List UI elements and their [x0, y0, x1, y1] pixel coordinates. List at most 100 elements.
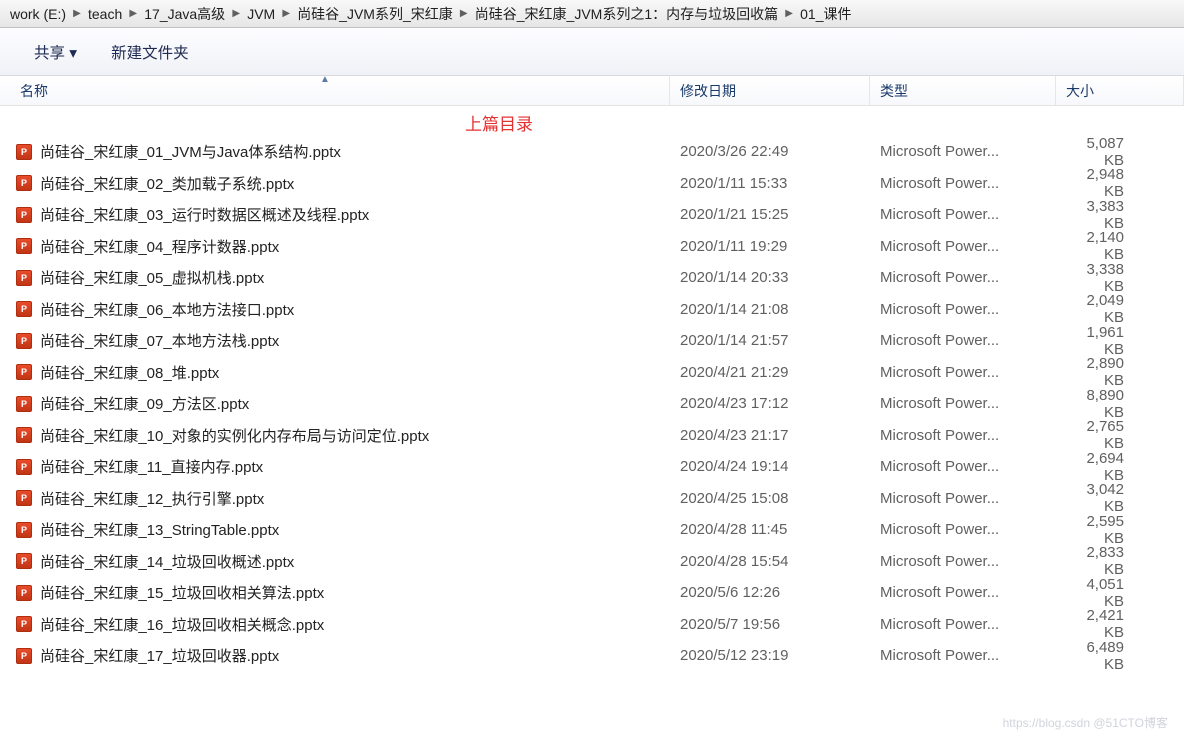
file-list: P 尚硅谷_宋红康_01_JVM与Java体系结构.pptx 2020/3/26…	[0, 106, 1184, 672]
file-date: 2020/1/21 15:25	[670, 206, 870, 223]
powerpoint-icon: P	[16, 270, 32, 286]
file-row[interactable]: P 尚硅谷_宋红康_12_执行引擎.pptx 2020/4/25 15:08 M…	[0, 483, 1184, 515]
file-row[interactable]: P 尚硅谷_宋红康_02_类加载子系统.pptx 2020/1/11 15:33…	[0, 168, 1184, 200]
breadcrumb-seg[interactable]: 尚硅谷_宋红康_JVM系列之1：内存与垃圾回收篇	[473, 4, 780, 24]
breadcrumb-seg[interactable]: 尚硅谷_JVM系列_宋红康	[295, 4, 455, 24]
file-size: 8,890 KB	[1056, 387, 1184, 421]
breadcrumb-seg[interactable]: 01_课件	[798, 4, 853, 24]
file-name: 尚硅谷_宋红康_12_执行引擎.pptx	[40, 488, 264, 509]
file-date: 2020/4/25 15:08	[670, 490, 870, 507]
file-date: 2020/4/23 21:17	[670, 427, 870, 444]
file-type: Microsoft Power...	[870, 395, 1056, 412]
file-date: 2020/5/12 23:19	[670, 647, 870, 664]
powerpoint-icon: P	[16, 238, 32, 254]
file-row[interactable]: P 尚硅谷_宋红康_08_堆.pptx 2020/4/21 21:29 Micr…	[0, 357, 1184, 389]
chevron-right-icon[interactable]: ▶	[124, 8, 142, 19]
file-row[interactable]: P 尚硅谷_宋红康_06_本地方法接口.pptx 2020/1/14 21:08…	[0, 294, 1184, 326]
column-header-name[interactable]: 名称	[0, 76, 670, 105]
file-date: 2020/1/14 21:57	[670, 332, 870, 349]
file-size: 2,948 KB	[1056, 166, 1184, 200]
file-size: 2,595 KB	[1056, 513, 1184, 547]
file-name: 尚硅谷_宋红康_13_StringTable.pptx	[40, 519, 279, 540]
sort-ascending-icon: ▲	[320, 74, 330, 85]
file-size: 2,890 KB	[1056, 355, 1184, 389]
powerpoint-icon: P	[16, 522, 32, 538]
file-type: Microsoft Power...	[870, 332, 1056, 349]
file-date: 2020/4/23 17:12	[670, 395, 870, 412]
file-row[interactable]: P 尚硅谷_宋红康_04_程序计数器.pptx 2020/1/11 19:29 …	[0, 231, 1184, 263]
file-row[interactable]: P 尚硅谷_宋红康_07_本地方法栈.pptx 2020/1/14 21:57 …	[0, 325, 1184, 357]
file-size: 2,421 KB	[1056, 607, 1184, 641]
file-row[interactable]: P 尚硅谷_宋红康_03_运行时数据区概述及线程.pptx 2020/1/21 …	[0, 199, 1184, 231]
powerpoint-icon: P	[16, 301, 32, 317]
file-row[interactable]: P 尚硅谷_宋红康_11_直接内存.pptx 2020/4/24 19:14 M…	[0, 451, 1184, 483]
file-size: 5,087 KB	[1056, 135, 1184, 169]
breadcrumb-seg[interactable]: work (E:)	[8, 6, 68, 22]
column-header-size[interactable]: 大小	[1056, 76, 1184, 105]
breadcrumb-seg[interactable]: 17_Java高级	[142, 4, 227, 24]
file-name: 尚硅谷_宋红康_03_运行时数据区概述及线程.pptx	[40, 204, 369, 225]
file-size: 2,833 KB	[1056, 544, 1184, 578]
file-name: 尚硅谷_宋红康_02_类加载子系统.pptx	[40, 173, 294, 194]
file-name: 尚硅谷_宋红康_08_堆.pptx	[40, 362, 219, 383]
breadcrumb-seg[interactable]: teach	[86, 6, 124, 22]
powerpoint-icon: P	[16, 144, 32, 160]
chevron-right-icon[interactable]: ▶	[277, 8, 295, 19]
new-folder-button[interactable]: 新建文件夹	[111, 41, 189, 63]
file-name: 尚硅谷_宋红康_06_本地方法接口.pptx	[40, 299, 294, 320]
file-type: Microsoft Power...	[870, 269, 1056, 286]
column-header-date[interactable]: 修改日期	[670, 76, 870, 105]
file-type: Microsoft Power...	[870, 647, 1056, 664]
file-row[interactable]: P 尚硅谷_宋红康_10_对象的实例化内存布局与访问定位.pptx 2020/4…	[0, 420, 1184, 452]
file-type: Microsoft Power...	[870, 143, 1056, 160]
file-type: Microsoft Power...	[870, 616, 1056, 633]
file-size: 3,338 KB	[1056, 261, 1184, 295]
file-row[interactable]: P 尚硅谷_宋红康_14_垃圾回收概述.pptx 2020/4/28 15:54…	[0, 546, 1184, 578]
chevron-right-icon[interactable]: ▶	[455, 8, 473, 19]
file-name: 尚硅谷_宋红康_09_方法区.pptx	[40, 393, 249, 414]
file-type: Microsoft Power...	[870, 364, 1056, 381]
file-row[interactable]: P 尚硅谷_宋红康_15_垃圾回收相关算法.pptx 2020/5/6 12:2…	[0, 577, 1184, 609]
share-button[interactable]: 共享 ▾	[34, 41, 77, 63]
file-size: 1,961 KB	[1056, 324, 1184, 358]
file-name: 尚硅谷_宋红康_11_直接内存.pptx	[40, 456, 263, 477]
breadcrumb[interactable]: work (E:) ▶ teach ▶ 17_Java高级 ▶ JVM ▶ 尚硅…	[0, 0, 1184, 28]
column-header-type[interactable]: 类型	[870, 76, 1056, 105]
powerpoint-icon: P	[16, 207, 32, 223]
file-size: 2,140 KB	[1056, 229, 1184, 263]
chevron-right-icon[interactable]: ▶	[68, 8, 86, 19]
file-type: Microsoft Power...	[870, 458, 1056, 475]
breadcrumb-seg[interactable]: JVM	[245, 6, 277, 22]
powerpoint-icon: P	[16, 585, 32, 601]
file-type: Microsoft Power...	[870, 584, 1056, 601]
file-row[interactable]: P 尚硅谷_宋红康_09_方法区.pptx 2020/4/23 17:12 Mi…	[0, 388, 1184, 420]
file-type: Microsoft Power...	[870, 490, 1056, 507]
powerpoint-icon: P	[16, 648, 32, 664]
chevron-right-icon[interactable]: ▶	[780, 8, 798, 19]
file-row[interactable]: P 尚硅谷_宋红康_01_JVM与Java体系结构.pptx 2020/3/26…	[0, 136, 1184, 168]
file-date: 2020/1/11 15:33	[670, 175, 870, 192]
file-date: 2020/4/24 19:14	[670, 458, 870, 475]
powerpoint-icon: P	[16, 490, 32, 506]
powerpoint-icon: P	[16, 396, 32, 412]
file-row[interactable]: P 尚硅谷_宋红康_17_垃圾回收器.pptx 2020/5/12 23:19 …	[0, 640, 1184, 672]
powerpoint-icon: P	[16, 333, 32, 349]
file-date: 2020/1/11 19:29	[670, 238, 870, 255]
file-name: 尚硅谷_宋红康_16_垃圾回收相关概念.pptx	[40, 614, 324, 635]
powerpoint-icon: P	[16, 427, 32, 443]
file-type: Microsoft Power...	[870, 238, 1056, 255]
watermark: https://blog.csdn @51CTO博客	[1003, 714, 1168, 731]
file-type: Microsoft Power...	[870, 553, 1056, 570]
file-date: 2020/3/26 22:49	[670, 143, 870, 160]
file-row[interactable]: P 尚硅谷_宋红康_05_虚拟机栈.pptx 2020/1/14 20:33 M…	[0, 262, 1184, 294]
chevron-right-icon[interactable]: ▶	[227, 8, 245, 19]
file-type: Microsoft Power...	[870, 521, 1056, 538]
file-row[interactable]: P 尚硅谷_宋红康_16_垃圾回收相关概念.pptx 2020/5/7 19:5…	[0, 609, 1184, 641]
file-date: 2020/1/14 21:08	[670, 301, 870, 318]
powerpoint-icon: P	[16, 459, 32, 475]
file-name: 尚硅谷_宋红康_01_JVM与Java体系结构.pptx	[40, 141, 341, 162]
file-name: 尚硅谷_宋红康_14_垃圾回收概述.pptx	[40, 551, 294, 572]
file-size: 3,383 KB	[1056, 198, 1184, 232]
file-name: 尚硅谷_宋红康_05_虚拟机栈.pptx	[40, 267, 264, 288]
file-row[interactable]: P 尚硅谷_宋红康_13_StringTable.pptx 2020/4/28 …	[0, 514, 1184, 546]
